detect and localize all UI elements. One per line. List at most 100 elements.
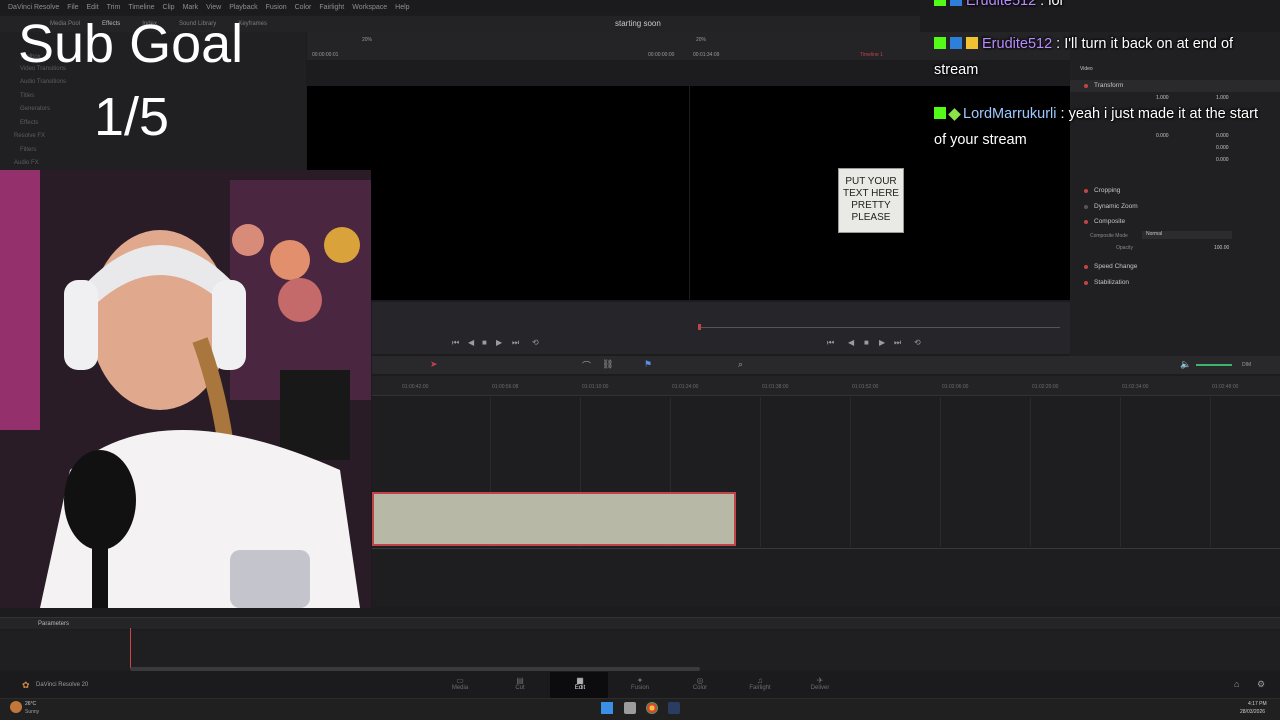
link-icon[interactable]: ⛓ <box>602 359 613 370</box>
stop-icon[interactable]: ■ <box>482 338 487 347</box>
effects-category[interactable]: Audio Transitions <box>20 79 66 85</box>
timeline-ruler[interactable]: 01:00:42:00 01:00:56:08 01:01:10:00 01:0… <box>372 376 1280 396</box>
page-fairlight[interactable]: ♫ Fairlight <box>740 676 780 691</box>
composite-mode-label: Composite Mode <box>1090 233 1128 239</box>
menu-fairlight[interactable]: Fairlight <box>319 4 344 11</box>
menu-clip[interactable]: Clip <box>163 4 175 11</box>
menu-help[interactable]: Help <box>395 4 409 11</box>
chat-username: LordMarrukurli <box>963 106 1057 122</box>
ruler-tick: 01:02:34:00 <box>1122 384 1149 390</box>
clock-date: 28/03/2026 <box>1240 709 1266 715</box>
page-fusion[interactable]: ✦ Fusion <box>620 676 660 691</box>
program-timecode: 00:01:34:09 <box>693 52 720 58</box>
page-deliver[interactable]: ✈ Deliver <box>800 676 840 691</box>
effects-category[interactable]: Resolve FX <box>14 133 45 139</box>
snapping-icon[interactable]: ⌒ <box>582 359 591 372</box>
dim-button[interactable]: DIM <box>1242 362 1251 368</box>
sub-goal-label: Sub Goal <box>18 14 244 74</box>
program-scrubber[interactable] <box>698 327 1060 328</box>
keyframe-area[interactable] <box>0 630 1280 670</box>
transport-controls: ⏮ ◀ ■ ▶ ⏭ ⟲ ⏮ ◀ ■ ▶ ⏭ ⟲ <box>372 302 1070 354</box>
page-media[interactable]: ▭ Media <box>440 676 480 691</box>
version-label: DaVinci Resolve 20 <box>36 682 89 688</box>
sign-line: PUT YOUR <box>845 176 897 187</box>
effects-category[interactable]: Filters <box>20 147 36 153</box>
menu-mark[interactable]: Mark <box>183 4 199 11</box>
menu-file[interactable]: File <box>67 4 78 11</box>
program-loop-icon[interactable]: ⟲ <box>914 338 921 347</box>
effects-category[interactable]: Audio FX <box>14 160 39 166</box>
program-skip-start-icon[interactable]: ⏮ <box>827 338 834 348</box>
ruler-tick: 01:01:10:00 <box>582 384 609 390</box>
menu-playback[interactable]: Playback <box>229 4 257 11</box>
resolve-taskbar-icon[interactable] <box>668 702 680 714</box>
skip-start-icon[interactable]: ⏮ <box>452 338 459 348</box>
program-play-icon[interactable]: ▶ <box>879 338 885 347</box>
page-cut[interactable]: ▤ Cut <box>500 676 540 691</box>
timeline-clip[interactable] <box>372 492 736 546</box>
color-icon: ◎ <box>696 676 704 685</box>
effects-category[interactable]: Generators <box>20 106 50 112</box>
home-icon[interactable]: ⌂ <box>1234 679 1239 689</box>
play-icon[interactable]: ▶ <box>496 338 502 347</box>
menu-app[interactable]: DaVinci Resolve <box>8 4 59 11</box>
composite-mode-select[interactable]: Normal <box>1142 231 1232 239</box>
weather-temp: 26°C <box>25 701 37 707</box>
menu-view[interactable]: View <box>206 4 221 11</box>
loop-icon[interactable]: ⟲ <box>532 338 539 347</box>
sub-goal-progress: 1/5 <box>94 87 170 147</box>
timeline-name-select[interactable]: Timeline 1 <box>860 52 883 58</box>
skip-end-icon[interactable]: ⏭ <box>512 338 519 348</box>
page-edit[interactable]: ▦ Edit <box>560 676 600 691</box>
program-zoom-select[interactable]: 20% <box>696 37 706 43</box>
chat-username: Erudite512 <box>966 0 1037 9</box>
menu-timeline[interactable]: Timeline <box>128 4 154 11</box>
parameters-label[interactable]: Parameters <box>38 621 69 627</box>
menu-workspace[interactable]: Workspace <box>352 4 387 11</box>
subscriber-badge-icon <box>950 37 962 49</box>
task-view-icon[interactable] <box>624 702 636 714</box>
effects-category[interactable]: Titles <box>20 93 34 99</box>
zoom-icon[interactable]: ⌕ <box>738 359 743 370</box>
section-cropping[interactable]: Cropping <box>1094 187 1120 194</box>
section-dynamic-zoom[interactable]: Dynamic Zoom <box>1094 203 1138 210</box>
chat-message: Erudite512 : I'll turn it back on at end… <box>934 31 1274 83</box>
menu-trim[interactable]: Trim <box>107 4 121 11</box>
page-label: Edit <box>574 685 586 691</box>
page-color[interactable]: ◎ Color <box>680 676 720 691</box>
section-stabilization[interactable]: Stabilization <box>1094 279 1129 286</box>
chrome-icon[interactable] <box>646 702 658 714</box>
opacity-value[interactable]: 100.00 <box>1214 245 1229 251</box>
program-step-back-icon[interactable]: ◀ <box>848 338 854 347</box>
opacity-label: Opacity <box>1116 245 1133 251</box>
settings-gear-icon[interactable]: ⚙ <box>1257 679 1265 690</box>
menu-fusion[interactable]: Fusion <box>266 4 287 11</box>
menu-color[interactable]: Color <box>295 4 312 11</box>
sign-line: PRETTY <box>851 200 891 211</box>
flag-icon[interactable]: ⚑ <box>644 359 652 370</box>
step-back-icon[interactable]: ◀ <box>468 338 474 347</box>
selection-tool-icon[interactable]: ➤ <box>430 359 438 370</box>
volume-slider[interactable] <box>1196 364 1232 366</box>
clock-time: 4:17 PM <box>1248 701 1267 707</box>
crown-badge-icon <box>966 37 978 49</box>
sign-line: TEXT HERE <box>843 188 899 199</box>
chat-text: : lol <box>1036 0 1063 9</box>
program-stop-icon[interactable]: ■ <box>864 338 869 347</box>
source-zoom-select[interactable]: 20% <box>362 37 372 43</box>
scrubber-playhead[interactable] <box>698 324 701 330</box>
windows-start-icon[interactable] <box>601 702 613 714</box>
program-skip-end-icon[interactable]: ⏭ <box>894 338 901 348</box>
ruler-tick: 01:02:20:00 <box>1032 384 1059 390</box>
sign-line: PLEASE <box>851 212 891 223</box>
effects-category[interactable]: Effects <box>20 120 38 126</box>
keyframe-playhead[interactable] <box>130 628 131 668</box>
section-speed-change[interactable]: Speed Change <box>1094 263 1137 270</box>
kick-badge-icon <box>934 107 946 119</box>
menu-edit[interactable]: Edit <box>87 4 99 11</box>
ruler-tick: 01:02:48:00 <box>1212 384 1239 390</box>
section-composite[interactable]: Composite <box>1094 218 1125 225</box>
horizontal-scrollbar[interactable] <box>130 667 700 671</box>
volume-icon[interactable]: 🔈 <box>1180 359 1191 370</box>
ruler-tick: 01:02:06:00 <box>942 384 969 390</box>
